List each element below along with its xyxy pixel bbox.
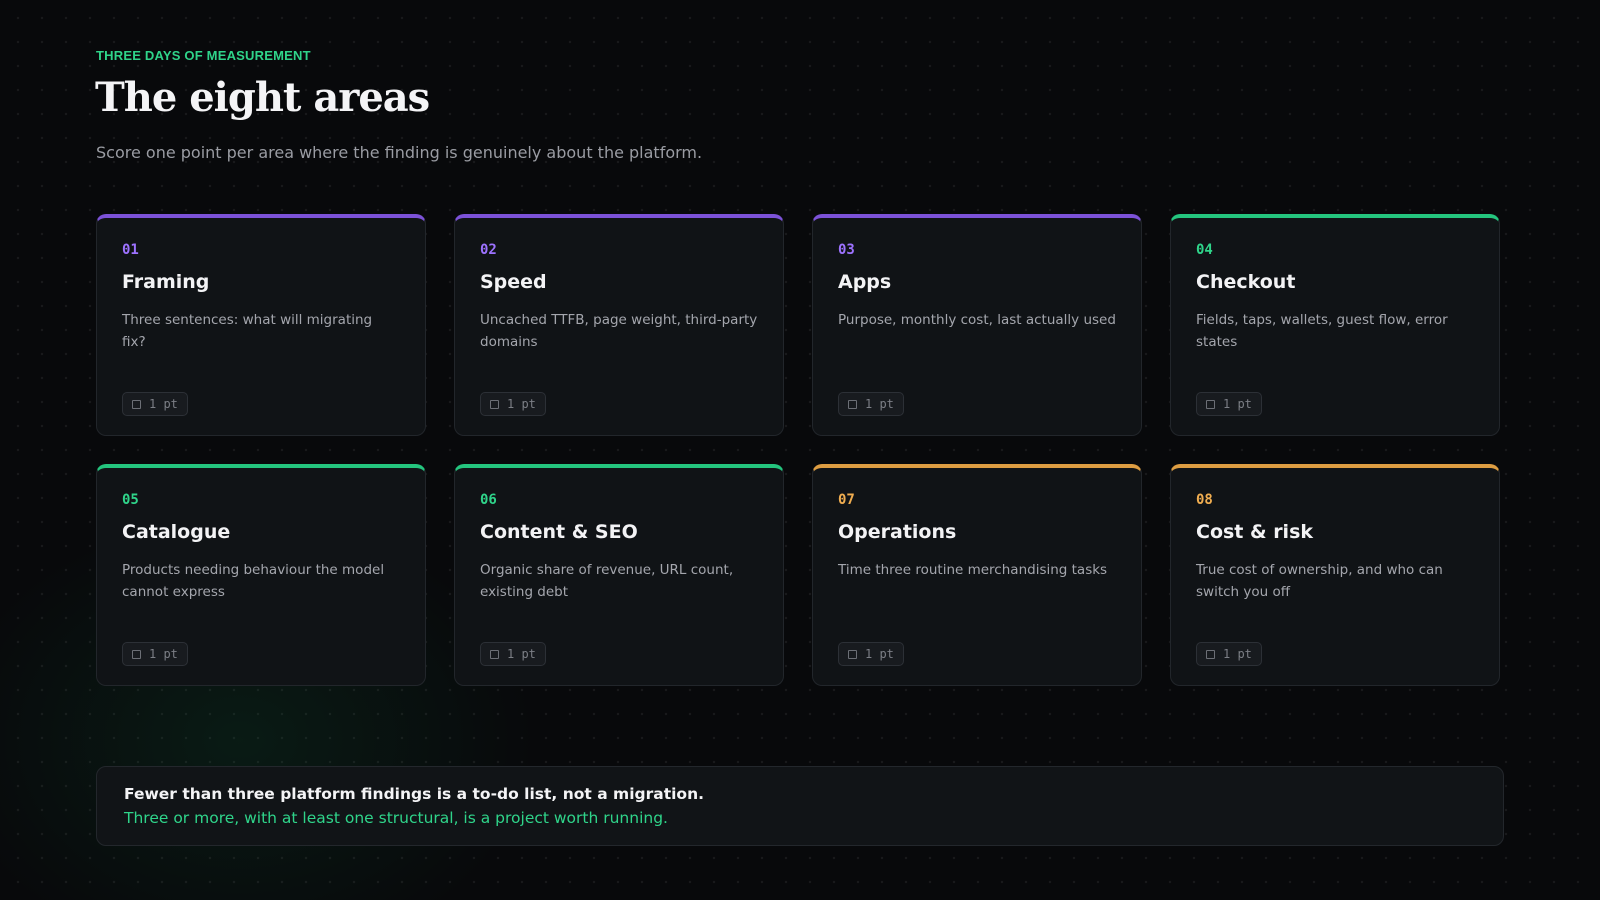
area-number: 03 <box>838 242 855 258</box>
point-checkbox[interactable]: 1 pt <box>480 392 546 416</box>
areas-grid: 01 Framing Three sentences: what will mi… <box>96 214 1500 686</box>
area-card-framing: 01 Framing Three sentences: what will mi… <box>96 214 426 436</box>
point-checkbox[interactable]: 1 pt <box>122 642 188 666</box>
area-description: Three sentences: what will migrating fix… <box>122 312 373 350</box>
checkbox-icon <box>848 399 857 409</box>
area-card-checkout: 04 Checkout Fields, taps, wallets, guest… <box>1170 214 1500 436</box>
checkbox-icon <box>132 399 141 409</box>
area-number: 02 <box>480 242 497 258</box>
area-title: Apps <box>838 271 892 293</box>
area-card-cost-risk: 08 Cost & risk True cost of ownership, a… <box>1170 464 1500 686</box>
area-number: 01 <box>122 242 139 258</box>
callout-primary-text: Fewer than three platform findings is a … <box>124 785 705 803</box>
checkbox-icon <box>1206 649 1215 659</box>
area-title: Framing <box>122 271 210 293</box>
point-label: 1 pt <box>507 647 536 661</box>
area-description: Purpose, monthly cost, last actually use… <box>838 312 1116 328</box>
point-label: 1 pt <box>149 647 178 661</box>
page-title: The eight areas <box>95 74 430 121</box>
area-number: 07 <box>838 492 855 508</box>
area-description: Fields, taps, wallets, guest flow, error… <box>1196 312 1448 350</box>
area-description: Time three routine merchandising tasks <box>838 562 1108 578</box>
area-title: Checkout <box>1196 271 1296 293</box>
area-title: Cost & risk <box>1196 521 1314 543</box>
area-title: Content & SEO <box>480 521 638 543</box>
callout-secondary-text: Three or more, with at least one structu… <box>124 809 668 827</box>
page-subtitle: Score one point per area where the findi… <box>96 143 703 162</box>
area-description: True cost of ownership, and who can swit… <box>1196 562 1443 600</box>
area-title: Catalogue <box>122 521 231 543</box>
area-number: 05 <box>122 492 139 508</box>
area-number: 08 <box>1196 492 1213 508</box>
area-card-operations: 07 Operations Time three routine merchan… <box>812 464 1142 686</box>
area-description: Uncached TTFB, page weight, third-party … <box>480 312 758 350</box>
point-label: 1 pt <box>149 397 178 411</box>
area-description: Products needing behaviour the model can… <box>122 562 385 600</box>
summary-callout: Fewer than three platform findings is a … <box>96 766 1504 846</box>
area-card-speed: 02 Speed Uncached TTFB, page weight, thi… <box>454 214 784 436</box>
point-checkbox[interactable]: 1 pt <box>838 642 904 666</box>
area-title: Speed <box>480 271 547 293</box>
point-checkbox[interactable]: 1 pt <box>1196 642 1262 666</box>
eyebrow-label: THREE DAYS OF MEASUREMENT <box>96 48 311 63</box>
checkbox-icon <box>132 649 141 659</box>
checkbox-icon <box>490 649 499 659</box>
point-label: 1 pt <box>507 397 536 411</box>
area-number: 04 <box>1196 242 1213 258</box>
point-checkbox[interactable]: 1 pt <box>838 392 904 416</box>
checkbox-icon <box>848 649 857 659</box>
point-label: 1 pt <box>865 647 894 661</box>
area-number: 06 <box>480 492 497 508</box>
point-checkbox[interactable]: 1 pt <box>1196 392 1262 416</box>
point-label: 1 pt <box>1223 397 1252 411</box>
checkbox-icon <box>490 399 499 409</box>
point-checkbox[interactable]: 1 pt <box>122 392 188 416</box>
point-label: 1 pt <box>865 397 894 411</box>
area-description: Organic share of revenue, URL count, exi… <box>480 562 734 600</box>
point-label: 1 pt <box>1223 647 1252 661</box>
point-checkbox[interactable]: 1 pt <box>480 642 546 666</box>
area-card-content-seo: 06 Content & SEO Organic share of revenu… <box>454 464 784 686</box>
area-card-apps: 03 Apps Purpose, monthly cost, last actu… <box>812 214 1142 436</box>
checkbox-icon <box>1206 399 1215 409</box>
area-card-catalogue: 05 Catalogue Products needing behaviour … <box>96 464 426 686</box>
area-title: Operations <box>838 521 957 543</box>
